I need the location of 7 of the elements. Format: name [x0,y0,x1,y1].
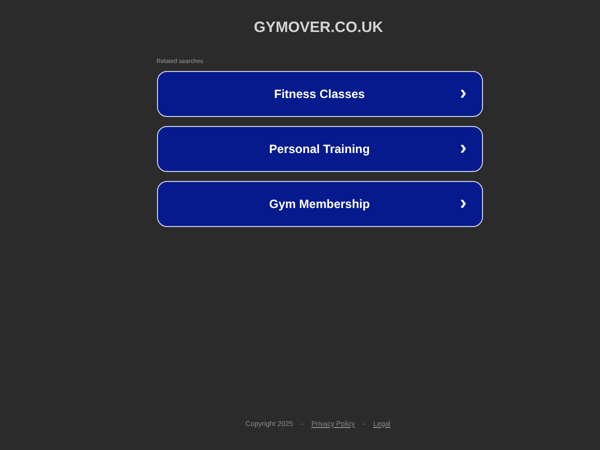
chevron-icon: › [460,193,466,213]
chevron-icon: › [460,83,466,103]
search-link-button[interactable]: Gym Membership › [156,181,482,227]
chevron-icon: › [460,138,466,158]
search-link-button[interactable]: Fitness Classes › [156,71,482,117]
search-link-button[interactable]: Personal Training › [156,126,482,172]
site-title: GYMOVER.CO.UK [254,19,384,37]
